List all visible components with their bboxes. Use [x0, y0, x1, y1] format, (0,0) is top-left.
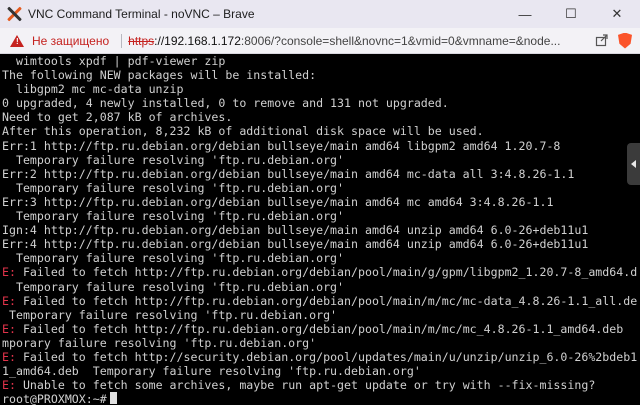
terminal-line-text: Need to get 2,087 kB of archives.	[2, 110, 233, 125]
share-icon[interactable]	[590, 30, 612, 52]
error-prefix: E:	[2, 293, 16, 308]
terminal-line: Ign:4 http://ftp.ru.debian.org/debian bu…	[2, 223, 640, 237]
terminal-line-text: Ign:4 http://ftp.ru.debian.org/debian bu…	[2, 223, 589, 238]
terminal-line-text: Err:1 http://ftp.ru.debian.org/debian bu…	[2, 138, 561, 153]
terminal-line: libgpm2 mc mc-data unzip	[2, 82, 640, 96]
terminal-line-text: Unable to fetch some archives, maybe run…	[15, 378, 596, 393]
terminal-line-text: After this operation, 8,232 kB of additi…	[2, 124, 484, 139]
terminal-line-text: Err:4 http://ftp.ru.debian.org/debian bu…	[2, 237, 589, 252]
terminal-line-text: Temporary failure resolving 'ftp.ru.debi…	[2, 209, 345, 224]
terminal-line: mporary failure resolving 'ftp.ru.debian…	[2, 336, 640, 350]
terminal-line-text: 0 upgraded, 4 newly installed, 0 to remo…	[2, 96, 449, 111]
window-title: VNC Command Terminal - noVNC – Brave	[28, 7, 255, 21]
terminal-line: E: Failed to fetch http://ftp.ru.debian.…	[2, 265, 640, 279]
error-prefix: E:	[2, 378, 16, 393]
terminal-line: Need to get 2,087 kB of archives.	[2, 110, 640, 124]
terminal-line-text: Failed to fetch http://ftp.ru.debian.org…	[15, 321, 624, 336]
terminal-line: E: Failed to fetch http://ftp.ru.debian.…	[2, 294, 640, 308]
error-prefix: E:	[2, 265, 16, 280]
security-status-label[interactable]: Не защищено	[32, 34, 109, 48]
terminal-line-text: Temporary failure resolving 'ftp.ru.debi…	[2, 152, 345, 167]
terminal-line: Temporary failure resolving 'ftp.ru.debi…	[2, 308, 640, 322]
terminal-cursor	[109, 392, 117, 405]
minimize-button[interactable]: —	[502, 0, 548, 28]
address-bar[interactable]: ! Не защищено https://192.168.1.172:8006…	[0, 28, 640, 54]
terminal-screen[interactable]: wimtools xpdf | pdf-viewer zip The follow…	[0, 54, 640, 405]
terminal-line: wimtools xpdf | pdf-viewer zip	[2, 54, 640, 68]
terminal-line-text: 1_amd64.deb Temporary failure resolving …	[2, 364, 421, 379]
terminal-line: 0 upgraded, 4 newly installed, 0 to remo…	[2, 96, 640, 110]
terminal-line-text: Failed to fetch http://security.debian.o…	[15, 349, 638, 364]
chevron-left-icon	[631, 160, 636, 168]
address-divider	[121, 33, 123, 48]
terminal-line-text: Temporary failure resolving 'ftp.ru.debi…	[2, 307, 338, 322]
url-field[interactable]: https://192.168.1.172:8006/?console=shel…	[128, 34, 588, 48]
terminal-line: root@PROXMOX:~#	[2, 392, 640, 405]
error-prefix: E:	[2, 321, 16, 336]
terminal-line-text: Temporary failure resolving 'ftp.ru.debi…	[2, 279, 345, 294]
terminal-line: Err:3 http://ftp.ru.debian.org/debian bu…	[2, 195, 640, 209]
terminal-line-text: Err:2 http://ftp.ru.debian.org/debian bu…	[2, 166, 575, 181]
terminal-line: Err:1 http://ftp.ru.debian.org/debian bu…	[2, 139, 640, 153]
terminal-line: Temporary failure resolving 'ftp.ru.debi…	[2, 209, 640, 223]
window-titlebar: VNC Command Terminal - noVNC – Brave — ☐…	[0, 0, 640, 28]
url-path: :8006/?console=shell&novnc=1&vmid=0&vmna…	[240, 33, 561, 48]
proxmox-x-icon	[6, 6, 22, 22]
terminal-line-text: libgpm2 mc mc-data unzip	[2, 82, 184, 97]
terminal-line: Temporary failure resolving 'ftp.ru.debi…	[2, 251, 640, 265]
terminal-line: Temporary failure resolving 'ftp.ru.debi…	[2, 280, 640, 294]
terminal-line-text: wimtools xpdf | pdf-viewer zip	[2, 54, 226, 68]
novnc-sidebar-handle[interactable]	[627, 143, 640, 185]
warning-triangle-icon[interactable]: !	[10, 34, 24, 47]
terminal-line: 1_amd64.deb Temporary failure resolving …	[2, 364, 640, 378]
terminal-line-text: Err:3 http://ftp.ru.debian.org/debian bu…	[2, 194, 554, 209]
terminal-line: Err:2 http://ftp.ru.debian.org/debian bu…	[2, 167, 640, 181]
terminal-line-text: Failed to fetch http://ftp.ru.debian.org…	[15, 265, 638, 280]
terminal-line-text: Failed to fetch http://ftp.ru.debian.org…	[15, 293, 638, 308]
terminal-line: Temporary failure resolving 'ftp.ru.debi…	[2, 153, 640, 167]
terminal-line-text: root@PROXMOX:~#	[2, 392, 107, 405]
terminal-line: E: Unable to fetch some archives, maybe …	[2, 378, 640, 392]
terminal-line: E: Failed to fetch http://ftp.ru.debian.…	[2, 322, 640, 336]
maximize-button[interactable]: ☐	[548, 0, 594, 28]
terminal-line: Temporary failure resolving 'ftp.ru.debi…	[2, 181, 640, 195]
url-host: ://192.168.1.172	[154, 33, 241, 48]
terminal-line: Err:4 http://ftp.ru.debian.org/debian bu…	[2, 237, 640, 251]
terminal-line-text: mporary failure resolving 'ftp.ru.debian…	[2, 335, 317, 350]
terminal-line-text: Temporary failure resolving 'ftp.ru.debi…	[2, 251, 345, 266]
error-prefix: E:	[2, 349, 16, 364]
terminal-line: E: Failed to fetch http://security.debia…	[2, 350, 640, 364]
terminal-line-text: Temporary failure resolving 'ftp.ru.debi…	[2, 180, 345, 195]
brave-lion-icon[interactable]	[618, 32, 632, 49]
close-button[interactable]: ✕	[594, 0, 640, 28]
terminal-line: The following NEW packages will be insta…	[2, 68, 640, 82]
terminal-line-text: The following NEW packages will be insta…	[2, 68, 317, 83]
terminal-line: After this operation, 8,232 kB of additi…	[2, 124, 640, 138]
url-scheme: https	[128, 33, 155, 48]
